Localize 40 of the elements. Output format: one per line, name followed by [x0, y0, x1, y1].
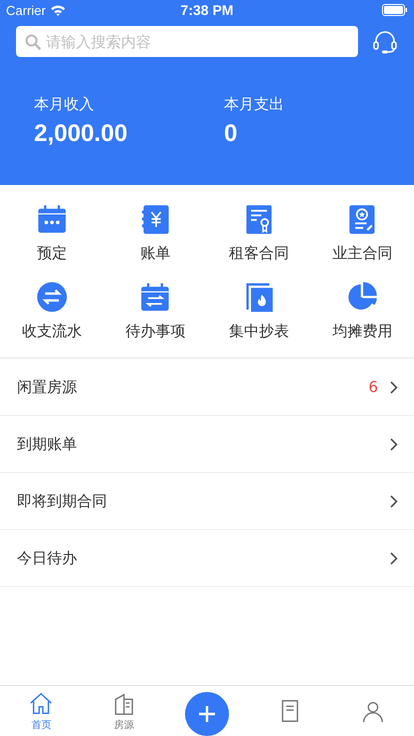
add-button[interactable]	[184, 692, 229, 736]
calendar-icon	[36, 203, 68, 235]
wifi-icon	[50, 4, 66, 16]
chevron-icon	[390, 380, 398, 394]
shortcut-button[interactable]: 待办事项	[110, 281, 200, 341]
summary-amount: 2,000.00	[34, 120, 128, 148]
search-field[interactable]: 请输入搜索内容	[16, 26, 358, 57]
battery-icon	[382, 4, 408, 16]
carrier-name: Carrier	[6, 2, 46, 18]
plus-icon	[196, 704, 217, 724]
chevron-icon	[390, 438, 398, 450]
shortcut-button[interactable]: 业主合同	[317, 203, 408, 263]
summary-label: 本月收入	[34, 95, 95, 114]
clock-time: 7:38 PM	[180, 2, 234, 18]
chevron-icon	[390, 494, 398, 508]
headset-icon[interactable]	[372, 30, 398, 54]
row-label: 今日待办	[17, 548, 78, 568]
chevron-icon	[390, 552, 398, 564]
summary-amount: 0	[224, 120, 238, 148]
shortcut-button[interactable]: 账单	[110, 203, 200, 263]
list-row[interactable]: 到期账单	[0, 416, 414, 473]
todo-icon	[139, 281, 172, 313]
shortcut-button[interactable]: 租客合同	[214, 203, 304, 263]
shortcut-button[interactable]: 均摊费用	[317, 281, 408, 341]
row-label: 到期账单	[17, 434, 78, 454]
shortcut-button[interactable]: 收支流水	[6, 281, 97, 341]
home-icon	[28, 690, 54, 716]
list-row[interactable]: 今日待办	[0, 530, 414, 587]
shortcut-button[interactable]: 集中抄表	[214, 281, 304, 341]
bill-icon	[139, 203, 172, 235]
tab[interactable]: 首页	[0, 686, 83, 736]
summary-label: 本月支出	[224, 95, 285, 114]
shortcut-button[interactable]: 预定	[6, 203, 97, 263]
list-row[interactable]: 闲置房源 6	[0, 359, 414, 416]
row-label: 闲置房源	[17, 378, 78, 396]
row-count: 6	[368, 378, 378, 396]
list-row[interactable]: 即将到期合同	[0, 473, 414, 530]
row-label: 即将到期合同	[17, 492, 108, 510]
exchange-icon	[36, 281, 68, 313]
tab[interactable]: 房源	[82, 686, 166, 736]
